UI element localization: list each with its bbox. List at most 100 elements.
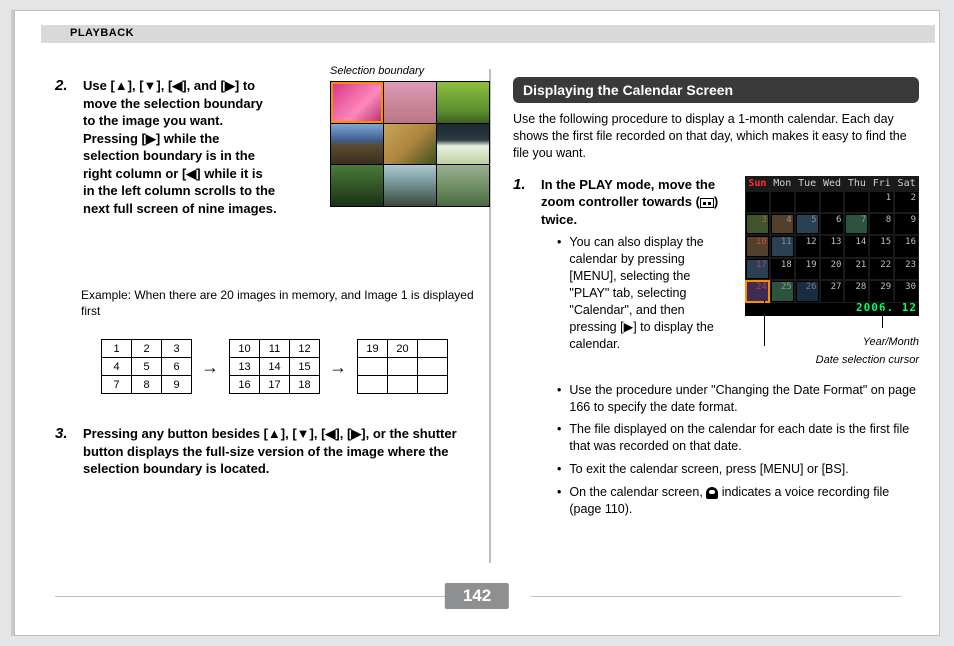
step-number: 3. (55, 425, 77, 478)
calendar-cell: 18 (770, 258, 795, 280)
day-tue: Tue (795, 176, 820, 191)
calendar-cell (820, 191, 845, 213)
grid-sequence: 123 456 789 → 101112 131415 161718 → 192… (101, 339, 475, 403)
calendar-cell: 27 (820, 280, 845, 302)
calendar-cell: 20 (820, 258, 845, 280)
bullet-dot-icon: • (557, 421, 561, 455)
bullet-text: Use the procedure under "Changing the Da… (569, 382, 919, 416)
label-yearmonth: Year/Month (863, 336, 919, 348)
grid-3: 1920 (357, 339, 448, 394)
step-body: Use [▲], [▼], [◀], and [▶] to move the s… (83, 77, 277, 277)
calendar-body: 1234567891011121314151617181920212223242… (745, 191, 919, 303)
calendar-cell: 10 (745, 235, 770, 257)
thumb-3 (437, 82, 489, 123)
bullet-dot-icon: • (557, 234, 561, 352)
step-text-a: In the PLAY mode, move the zoom controll… (541, 177, 715, 210)
calendar-cell: 26 (795, 280, 820, 302)
calendar-cell (795, 191, 820, 213)
bullet-dot-icon: • (557, 484, 561, 518)
calendar-cell: 11 (770, 235, 795, 257)
bullet-text-a: On the calendar screen, (569, 485, 706, 499)
thumb-2 (384, 82, 436, 123)
thumb-6 (437, 124, 489, 165)
bullet-item: • To exit the calendar screen, press [MEN… (557, 461, 919, 478)
step-number: 1. (513, 176, 535, 229)
step-2: 2. Use [▲], [▼], [◀], and [▶] to move th… (55, 77, 475, 277)
label-cursor: Date selection cursor (739, 354, 919, 366)
day-thu: Thu (844, 176, 869, 191)
footer-rule (55, 596, 451, 597)
step-3: 3. Pressing any button besides [▲], [▼],… (55, 425, 475, 478)
section-heading: Displaying the Calendar Screen (513, 77, 919, 103)
selection-boundary-label: Selection boundary (330, 65, 424, 77)
thumb-1-selected (331, 82, 383, 123)
day-sat: Sat (894, 176, 919, 191)
calendar-cell: 15 (869, 235, 894, 257)
thumb-8 (384, 165, 436, 206)
calendar-cell: 24 (745, 280, 770, 302)
arrow-right-icon: → (201, 357, 219, 378)
calendar-cell (844, 191, 869, 213)
calendar-cell (745, 191, 770, 213)
calendar-cell: 30 (894, 280, 919, 302)
calendar-cell (770, 191, 795, 213)
bullet-text: The file displayed on the calendar for e… (569, 421, 919, 455)
header-bar (41, 25, 935, 43)
thumbnail-grid (330, 81, 490, 207)
day-sun: Sun (745, 176, 770, 191)
bullet-text: On the calendar screen, indicates a voic… (569, 484, 919, 518)
intro-text: Use the following procedure to display a… (513, 111, 919, 162)
day-mon: Mon (770, 176, 795, 191)
day-wed: Wed (820, 176, 845, 191)
calendar-cell: 23 (894, 258, 919, 280)
calendar-cell: 25 (770, 280, 795, 302)
calendar-cell: 21 (844, 258, 869, 280)
bullet-item: • On the calendar screen, indicates a vo… (557, 484, 919, 518)
calendar-cell: 7 (844, 213, 869, 235)
page-number: 142 (445, 583, 509, 609)
calendar-cell: 19 (795, 258, 820, 280)
footer-rule (531, 596, 901, 597)
calendar-yearmonth: 2006. 12 (856, 301, 917, 314)
step-body: Pressing any button besides [▲], [▼], [◀… (83, 425, 463, 478)
right-column: Displaying the Calendar Screen Use the f… (513, 77, 919, 524)
left-column: 2. Use [▲], [▼], [◀], and [▶] to move th… (55, 77, 475, 488)
bullets-wide: •Use the procedure under "Changing the D… (557, 382, 919, 518)
bullet-text: To exit the calendar screen, press [MENU… (569, 461, 848, 478)
calendar-screenshot: Sun Mon Tue Wed Thu Fri Sat 123456789101… (745, 176, 919, 316)
bullet-dot-icon: • (557, 382, 561, 416)
thumb-9 (437, 165, 489, 206)
arrow-right-icon: → (329, 357, 347, 378)
grid-2: 101112 131415 161718 (229, 339, 320, 394)
calendar-cell: 28 (844, 280, 869, 302)
calendar-cell: 12 (795, 235, 820, 257)
thumb-4 (331, 124, 383, 165)
thumb-7 (331, 165, 383, 206)
grid-1: 123 456 789 (101, 339, 192, 394)
calendar-cell: 3 (745, 213, 770, 235)
voice-recording-icon (706, 487, 718, 499)
calendar-cell: 14 (844, 235, 869, 257)
day-fri: Fri (869, 176, 894, 191)
calendar-cell: 13 (820, 235, 845, 257)
bullet-text: You can also display the calendar by pre… (569, 234, 733, 352)
calendar-cell: 4 (770, 213, 795, 235)
calendar-cell: 5 (795, 213, 820, 235)
calendar-dayheader: Sun Mon Tue Wed Thu Fri Sat (745, 176, 919, 191)
leader-line (882, 308, 883, 328)
calendar-cell: 6 (820, 213, 845, 235)
calendar-cell: 16 (894, 235, 919, 257)
thumb-5 (384, 124, 436, 165)
calendar-cell: 29 (869, 280, 894, 302)
example-text: Example: When there are 20 images in mem… (81, 287, 475, 319)
calendar-cell: 2 (894, 191, 919, 213)
zoom-wide-icon (700, 198, 714, 208)
bullet-item: •The file displayed on the calendar for … (557, 421, 919, 455)
bullet-dot-icon: • (557, 461, 561, 478)
leader-line (764, 300, 765, 346)
calendar-cell: 17 (745, 258, 770, 280)
step-number: 2. (55, 77, 77, 277)
bullet-item: •Use the procedure under "Changing the D… (557, 382, 919, 416)
manual-page: PLAYBACK 2. Use [▲], [▼], [◀], and [▶] t… (14, 10, 940, 636)
calendar-cell: 8 (869, 213, 894, 235)
